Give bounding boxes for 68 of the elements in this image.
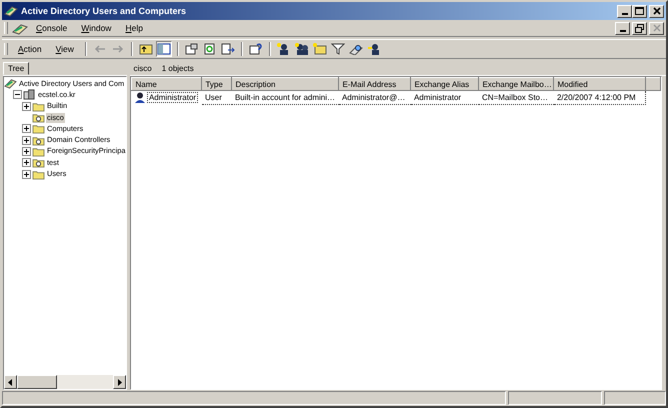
table-cell: 2/20/2007 4:12:00 PM [554, 90, 646, 104]
folder-icon [32, 146, 45, 157]
menu-item[interactable]: Console [30, 23, 74, 33]
table-cell: User [202, 90, 232, 104]
help-icon[interactable] [248, 43, 263, 55]
table-cell: Administrator [410, 90, 479, 104]
export-list-icon[interactable] [220, 43, 235, 55]
horizontal-scrollbar[interactable] [4, 375, 126, 389]
column-header[interactable]: E-Mail Address [338, 78, 411, 90]
new-group-icon[interactable] [294, 43, 309, 55]
maximize-button[interactable] [632, 4, 647, 18]
column-header[interactable]: Modified [554, 78, 646, 90]
column-header[interactable]: Name [132, 78, 202, 90]
column-header[interactable]: Description [232, 78, 339, 90]
folder-icon [32, 100, 45, 112]
menu-item[interactable]: Window [75, 23, 118, 33]
collapse-icon[interactable] [13, 90, 22, 100]
folder-up-icon[interactable] [138, 43, 153, 55]
menu-item[interactable]: Help [119, 23, 149, 33]
add-to-group-icon[interactable] [366, 43, 381, 55]
folder-icon [32, 168, 45, 180]
console-icon [4, 78, 17, 90]
table-cell: Administrator@… [338, 90, 411, 104]
expand-icon[interactable] [22, 136, 31, 145]
minimize-button[interactable] [615, 22, 630, 34]
tree-tab[interactable]: Tree [3, 62, 30, 75]
filter-icon[interactable] [330, 43, 345, 55]
expand-icon[interactable] [22, 170, 31, 179]
expand-icon[interactable] [22, 158, 31, 168]
maximize-icon [635, 7, 644, 15]
expand-icon[interactable] [22, 102, 31, 111]
pane-toggle-icon[interactable] [156, 43, 171, 55]
table-cell: Built-in account for admini… [232, 90, 339, 104]
restore-icon [635, 24, 644, 32]
close-button[interactable] [649, 4, 664, 18]
new-user-icon[interactable] [276, 43, 291, 55]
column-header[interactable]: Exchange Alias [410, 78, 479, 90]
domain-icon [23, 89, 36, 100]
properties-icon[interactable] [184, 43, 199, 55]
left-arrow-icon[interactable] [8, 378, 13, 386]
column-header[interactable] [646, 78, 661, 90]
window-title: Active Directory Users and Computers [21, 6, 188, 16]
folder-icon [32, 123, 45, 134]
console-icon [12, 22, 28, 34]
refresh-icon[interactable] [202, 43, 217, 55]
close-icon [652, 24, 660, 32]
close-icon [652, 7, 660, 15]
right-arrow-icon[interactable] [117, 378, 122, 386]
ou-folder-icon [32, 112, 45, 124]
ou-folder-icon [32, 134, 45, 146]
new-ou-icon[interactable] [312, 43, 327, 55]
column-header[interactable]: Type [202, 78, 232, 90]
expand-icon[interactable] [22, 124, 31, 134]
column-header[interactable]: Exchange Mailbo… [478, 78, 554, 90]
ou-folder-icon [32, 157, 45, 168]
table-cell[interactable]: Administrator [146, 92, 198, 104]
table-cell: CN=Mailbox Sto… [478, 90, 554, 104]
close-button[interactable] [649, 22, 664, 34]
object-count: 1 objects [162, 64, 194, 72]
menu-item[interactable]: View [50, 44, 80, 54]
restore-button[interactable] [632, 22, 647, 34]
user-icon [134, 92, 145, 104]
minimize-button[interactable] [617, 4, 632, 18]
console-icon [4, 5, 18, 17]
find-icon[interactable] [348, 43, 363, 55]
expand-icon[interactable] [22, 146, 31, 156]
container-name: cisco [133, 64, 152, 72]
menu-item[interactable]: Action [12, 44, 48, 54]
